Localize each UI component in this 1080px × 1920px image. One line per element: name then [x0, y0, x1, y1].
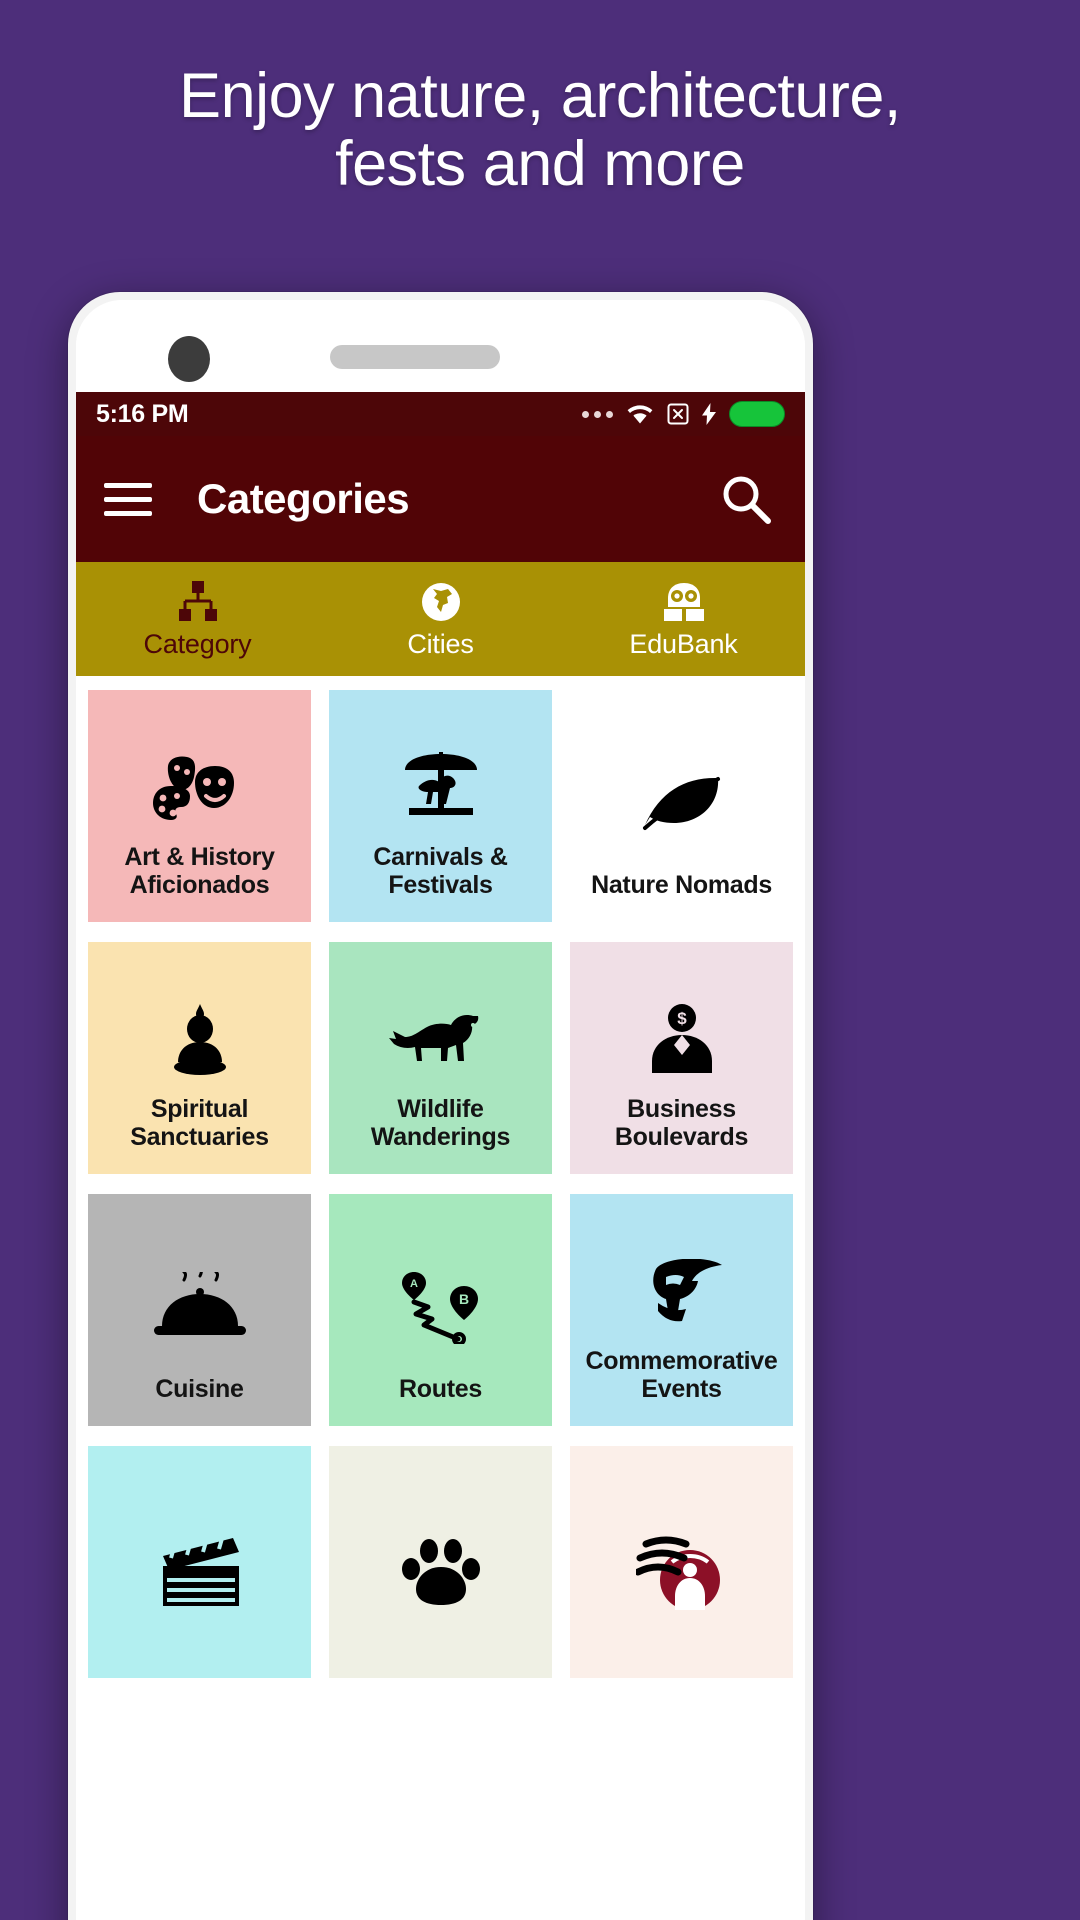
category-card-commemorative-events[interactable]: Commemorative Events	[570, 1194, 793, 1426]
page-title: Categories	[197, 475, 410, 522]
category-card-carnivals-festivals[interactable]: Carnivals & Festivals	[329, 690, 552, 922]
svg-text:$: $	[677, 1009, 687, 1028]
businessman-dollar-icon: $	[578, 986, 785, 1095]
sports-medal-icon	[578, 1490, 785, 1656]
phone-top-bezel	[76, 300, 805, 392]
category-card-pets[interactable]	[329, 1446, 552, 1678]
headline-line-2: fests and more	[335, 129, 745, 200]
tab-label: Cities	[407, 628, 474, 659]
no-sim-icon	[667, 403, 689, 425]
search-icon[interactable]	[715, 468, 777, 530]
leaf-icon	[578, 734, 785, 871]
category-card-business-boulevards[interactable]: $ Business Boulevards	[570, 942, 793, 1174]
category-card-art-history[interactable]: Art & History Aficionados	[88, 690, 311, 922]
buddha-icon	[96, 986, 303, 1095]
carousel-icon	[337, 734, 544, 843]
wifi-icon	[626, 404, 654, 425]
phone-screen-bezel: 5:16 PM Categories Category Cities EduBa…	[76, 300, 805, 1920]
more-horizontal-icon	[582, 410, 613, 418]
clapperboard-icon	[96, 1490, 303, 1656]
app-bar: Categories	[76, 436, 805, 562]
category-card-sports[interactable]	[570, 1446, 793, 1678]
category-card-nature-nomads[interactable]: Nature Nomads	[570, 690, 793, 922]
tab-bar: Category Cities EduBank	[76, 562, 805, 676]
category-card-label: Wildlife Wanderings	[370, 1094, 511, 1152]
headline-line-1: Enjoy nature, architecture,	[179, 61, 901, 131]
tab-label: Category	[143, 628, 252, 659]
category-card-cuisine[interactable]: Cuisine	[88, 1194, 311, 1426]
status-bar-time: 5:16 PM	[96, 399, 189, 428]
category-grid: Art & History Aficionados Carnivals & Fe…	[76, 676, 805, 1678]
category-card-label: Spiritual Sanctuaries	[130, 1094, 269, 1152]
paw-print-icon	[337, 1490, 544, 1656]
theater-masks-palette-icon	[96, 734, 303, 843]
category-card-label: Business Boulevards	[614, 1094, 749, 1152]
tab-cities[interactable]: Cities	[319, 562, 562, 676]
category-card-wildlife-wanderings[interactable]: Wildlife Wanderings	[329, 942, 552, 1174]
category-card-label: Commemorative Events	[585, 1346, 778, 1404]
svg-text:A: A	[410, 1278, 418, 1290]
tab-edubank[interactable]: EduBank	[562, 562, 805, 676]
category-card-spiritual-sanctuaries[interactable]: Spiritual Sanctuaries	[88, 942, 311, 1174]
category-card-label: Cuisine	[155, 1375, 244, 1404]
battery-icon	[729, 401, 785, 427]
owl-book-icon	[660, 579, 708, 625]
globe-icon	[419, 579, 463, 625]
tab-category[interactable]: Category	[76, 562, 319, 676]
earpiece-speaker	[330, 345, 500, 369]
status-bar-icons	[582, 401, 785, 427]
hamburger-menu-icon[interactable]	[104, 482, 152, 516]
phone-mockup: 5:16 PM Categories Category Cities EduBa…	[68, 292, 813, 1920]
category-card-label: Art & History Aficionados	[124, 842, 275, 900]
category-card-label: Routes	[399, 1375, 482, 1404]
promo-headline: Enjoy nature, architecture, fests and mo…	[0, 62, 1080, 198]
food-cloche-icon	[96, 1238, 303, 1375]
lion-icon	[337, 986, 544, 1095]
app-screen: 5:16 PM Categories Category Cities EduBa…	[76, 392, 805, 1920]
status-bar: 5:16 PM	[76, 392, 805, 436]
svg-text:B: B	[458, 1291, 468, 1307]
category-card-label: Nature Nomads	[591, 871, 772, 900]
route-a-to-b-icon: A B	[337, 1238, 544, 1375]
spartan-helmet-icon	[578, 1238, 785, 1347]
sitemap-icon	[175, 579, 221, 625]
category-card-cinema[interactable]	[88, 1446, 311, 1678]
front-camera-icon	[168, 336, 210, 382]
charging-bolt-icon	[702, 403, 716, 425]
category-card-label: Carnivals & Festivals	[373, 842, 508, 900]
category-card-routes[interactable]: A B Routes	[329, 1194, 552, 1426]
tab-label: EduBank	[629, 628, 738, 659]
